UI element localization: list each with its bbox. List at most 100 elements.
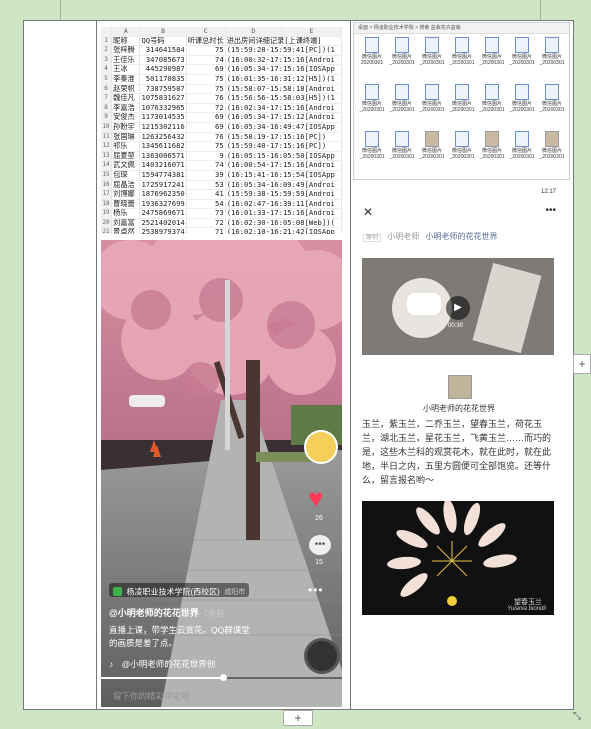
file-item[interactable]: 微信图片20200301 bbox=[358, 37, 386, 66]
table-cell: 2538979374 bbox=[139, 227, 187, 234]
article-image: 12:17 ✕ ••• 原创 小明老师 小明老师的花花世界 ▶ 00:30 小明… bbox=[355, 185, 568, 615]
file-label: 微信图片_20200301 bbox=[389, 101, 415, 113]
table-cell: 武文佩 bbox=[111, 160, 141, 171]
status-bar: 12:17 bbox=[540, 189, 556, 195]
file-item[interactable]: 微信图片_20200301 bbox=[358, 131, 386, 160]
caption-line: 的画质是差了点。 bbox=[109, 638, 178, 648]
table-cell: 李秦淮 bbox=[111, 74, 141, 85]
file-item[interactable]: 微信图片_20200301 bbox=[388, 131, 416, 160]
file-icon bbox=[395, 131, 409, 147]
table-cell: 包琛 bbox=[111, 170, 141, 181]
file-item[interactable]: 微信图片_20200301 bbox=[538, 84, 566, 113]
table-cell: (16:05:34-17:15:16[IOSApp bbox=[225, 64, 342, 75]
file-item[interactable]: 微信图片_20200301 bbox=[448, 84, 476, 113]
file-label: 微信图片_20200301 bbox=[389, 54, 415, 66]
play-icon[interactable]: ▶ bbox=[446, 296, 470, 320]
location-tag[interactable]: 杨凌职业技术学院(西校区) 咸阳市 bbox=[109, 583, 250, 597]
column-header-row: A B C D E bbox=[101, 27, 342, 37]
close-icon[interactable]: ✕ bbox=[363, 205, 373, 219]
comment-input[interactable]: 留下你的精彩评论吧 bbox=[113, 690, 190, 702]
row-number: 18 bbox=[101, 199, 113, 210]
file-item[interactable]: 微信图片_20200301 bbox=[538, 37, 566, 66]
file-item[interactable]: 微信图片_20200301 bbox=[478, 37, 506, 66]
table-cell: 75 bbox=[186, 84, 226, 95]
account-link[interactable]: 小明老师的花花世界 bbox=[425, 232, 497, 241]
file-item[interactable]: 微信图片_20200301 bbox=[478, 131, 506, 160]
row-number: 5 bbox=[101, 74, 113, 85]
resize-handle-icon[interactable]: ⤡ bbox=[573, 711, 581, 722]
table-cell: 1725917241 bbox=[139, 180, 187, 191]
music-label[interactable]: ♪ @小明老师的花花世界创 bbox=[109, 658, 215, 670]
file-item[interactable]: 微信图片_20200301 bbox=[388, 37, 416, 66]
file-item[interactable]: 微信图片_20200301 bbox=[418, 37, 446, 66]
table-cell: 314641584 bbox=[139, 45, 187, 56]
article-body: 玉兰，紫玉兰，二乔玉兰，望春玉兰，荷花玉兰，湖北玉兰，星花玉兰，飞黄玉兰……而巧… bbox=[362, 419, 552, 485]
table-cell: 1876962350 bbox=[139, 189, 187, 200]
file-item[interactable]: 微信图片_20200301 bbox=[418, 84, 446, 113]
row-number: 14 bbox=[101, 160, 113, 171]
file-item[interactable]: 微信图片_20200301 bbox=[448, 131, 476, 160]
table-cell: 75 bbox=[186, 141, 226, 152]
table-cell: 1363006571 bbox=[139, 151, 187, 162]
table-cell: 75 bbox=[186, 45, 226, 56]
table-cell: 2475869671 bbox=[139, 208, 187, 219]
file-label: 微信图片_20200301 bbox=[449, 101, 475, 113]
file-item[interactable]: 微信图片_20200301 bbox=[358, 84, 386, 113]
author-avatar[interactable] bbox=[304, 430, 338, 464]
table-cell: (16:02:47-16:39:11[Androi bbox=[225, 199, 342, 210]
table-cell: 74 bbox=[186, 55, 226, 66]
file-item[interactable]: 微信图片_20200301 bbox=[388, 84, 416, 113]
file-item[interactable]: 微信图片_20200301 bbox=[538, 131, 566, 160]
embedded-video[interactable]: ▶ 00:30 bbox=[362, 258, 554, 355]
table-row: 13 屈夏堃 1363006571 9 (16:05:15-16:05:50[IOSAp… bbox=[101, 151, 342, 162]
row-number: 8 bbox=[101, 103, 113, 114]
file-label: 微信图片_20200301 bbox=[539, 101, 565, 113]
row-number: 20 bbox=[101, 218, 113, 229]
table-cell: 刘嘉富 bbox=[111, 218, 141, 229]
table-cell: 69 bbox=[186, 64, 226, 75]
row-number: 16 bbox=[101, 180, 113, 191]
table-cell: 69 bbox=[186, 112, 226, 123]
video-panel[interactable]: ♥ 26 ••• 15 ••• 杨凌职业技术学院(西校区) 咸阳市 @小明老师的… bbox=[101, 240, 342, 707]
table-cell: 69 bbox=[186, 122, 226, 133]
file-item[interactable]: 微信图片_20200301 bbox=[448, 37, 476, 66]
table-cell: 71 bbox=[186, 227, 226, 234]
address-bar: 桌面 > 杨凌职业技术学院 > 搜索 盆栽花卉盆栽 bbox=[354, 23, 569, 34]
location-pin-icon bbox=[113, 587, 122, 597]
table-cell: 1263256432 bbox=[139, 132, 187, 143]
table-cell: 进出房间详细记录[上课终端] bbox=[225, 36, 342, 47]
file-icon bbox=[485, 84, 499, 100]
file-item[interactable]: 微信图片_20200301 bbox=[418, 131, 446, 160]
more-icon[interactable]: ••• bbox=[545, 205, 556, 216]
file-icon bbox=[455, 37, 469, 53]
table-cell: (15:56:56-15:58:03[H5])(1 bbox=[225, 93, 342, 104]
table-cell: 72 bbox=[186, 218, 226, 229]
like-count: 26 bbox=[315, 515, 323, 522]
profile-image bbox=[448, 375, 472, 399]
progress-handle[interactable] bbox=[220, 674, 227, 681]
more-icon[interactable]: ••• bbox=[308, 583, 324, 597]
table-cell: (16:02:30-16:05:08[Web])( bbox=[225, 218, 342, 229]
file-icon bbox=[455, 131, 469, 147]
article-meta: 原创 小明老师 小明老师的花花世界 bbox=[363, 231, 497, 242]
file-item[interactable]: 微信图片_20200301 bbox=[508, 84, 536, 113]
file-icon bbox=[365, 37, 379, 53]
add-row-button[interactable]: + bbox=[283, 710, 313, 726]
file-icon bbox=[545, 131, 559, 147]
music-disc-icon[interactable] bbox=[304, 638, 340, 674]
file-grid: 微信图片20200301 微信图片_20200301 微信图片_20200301 微信… bbox=[354, 37, 569, 179]
file-icon bbox=[395, 37, 409, 53]
file-item[interactable]: 微信图片_20200301 bbox=[478, 84, 506, 113]
like-heart-icon[interactable]: ♥ bbox=[308, 485, 323, 511]
table-cell: 738759587 bbox=[139, 84, 187, 95]
file-icon bbox=[545, 37, 559, 53]
row-number: 3 bbox=[101, 55, 113, 66]
table-row: 17 刘博娜 1876962350 41 (15:59:38-15:59:59[Andr… bbox=[101, 189, 342, 200]
comment-icon[interactable]: ••• bbox=[309, 535, 331, 555]
add-column-button[interactable]: + bbox=[573, 354, 591, 374]
table-cell: 1215302116 bbox=[139, 122, 187, 133]
video-author[interactable]: @小明老师的花花世界· 7天前 bbox=[109, 606, 224, 619]
file-item[interactable]: 微信图片_20200301 bbox=[508, 131, 536, 160]
file-item[interactable]: 微信图片_20200301 bbox=[508, 37, 536, 66]
file-label: 微信图片20200301 bbox=[360, 54, 384, 66]
